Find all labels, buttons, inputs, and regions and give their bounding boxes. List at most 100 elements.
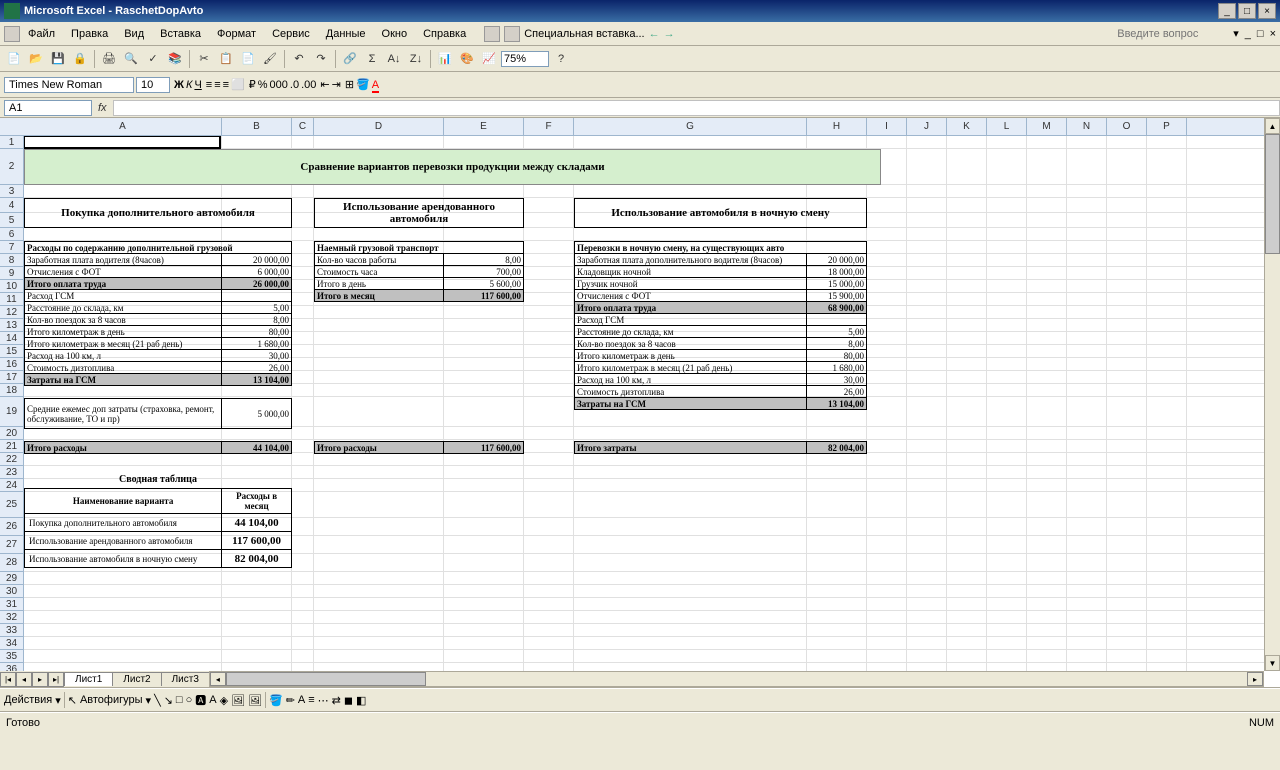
nav-fwd-icon[interactable]: → bbox=[664, 28, 675, 40]
dashstyle-icon[interactable]: ⋯ bbox=[318, 694, 329, 707]
tab-first-icon[interactable]: |◂ bbox=[0, 672, 16, 687]
cut-icon[interactable]: ✂ bbox=[194, 49, 214, 69]
clipart-icon[interactable]: 🖼 bbox=[231, 694, 245, 707]
autosum-icon[interactable]: Σ bbox=[362, 49, 382, 69]
research-icon[interactable]: 📚 bbox=[165, 49, 185, 69]
binoculars-icon[interactable] bbox=[484, 26, 500, 42]
fx-icon[interactable]: fx bbox=[98, 102, 107, 114]
doc-restore-button[interactable]: □ bbox=[1257, 28, 1264, 40]
chart-icon[interactable]: 📊 bbox=[435, 49, 455, 69]
fontcolor2-icon[interactable]: A bbox=[298, 694, 305, 706]
arrowstyle-icon[interactable]: ⇄ bbox=[332, 694, 341, 707]
tab-last-icon[interactable]: ▸| bbox=[48, 672, 64, 687]
scroll-right-icon[interactable]: ▸ bbox=[1247, 672, 1263, 686]
inc-indent-icon[interactable]: ⇥ bbox=[332, 78, 341, 91]
merge-icon[interactable]: ⬜ bbox=[231, 78, 245, 91]
minimize-button[interactable]: _ bbox=[1218, 3, 1236, 19]
open-icon[interactable]: 📂 bbox=[26, 49, 46, 69]
line-icon[interactable]: ╲ bbox=[154, 694, 161, 707]
3d-icon[interactable]: ◧ bbox=[356, 694, 366, 707]
borders-icon[interactable]: ⊞ bbox=[345, 78, 354, 91]
arrow-icon[interactable]: ↘ bbox=[164, 694, 173, 707]
zoom-input[interactable] bbox=[501, 51, 549, 67]
oval-icon[interactable]: ○ bbox=[186, 694, 193, 706]
print-icon[interactable]: 🖨 bbox=[99, 49, 119, 69]
sheet-tab-3[interactable]: Лист3 bbox=[161, 672, 210, 686]
underline-icon[interactable]: Ч bbox=[194, 79, 201, 91]
autoshapes-menu[interactable]: Автофигуры bbox=[80, 694, 143, 706]
menu-file[interactable]: Файл bbox=[20, 26, 63, 42]
close-button[interactable]: × bbox=[1258, 3, 1276, 19]
font-color-icon[interactable]: A bbox=[372, 79, 379, 91]
actions-menu[interactable]: Действия bbox=[4, 694, 52, 706]
align-center-icon[interactable]: ≡ bbox=[214, 79, 220, 91]
doc-min-button[interactable]: _ bbox=[1245, 28, 1251, 40]
scroll-left-icon[interactable]: ◂ bbox=[210, 672, 226, 686]
font-size-input[interactable] bbox=[136, 77, 170, 93]
sort-desc-icon[interactable]: Z↓ bbox=[406, 49, 426, 69]
linecolor-icon[interactable]: ✏ bbox=[286, 694, 295, 707]
vscroll-thumb[interactable] bbox=[1265, 134, 1280, 254]
format-painter-icon[interactable]: 🖌 bbox=[260, 49, 280, 69]
sort-asc-icon[interactable]: A↓ bbox=[384, 49, 404, 69]
sheet-tab-1[interactable]: Лист1 bbox=[64, 672, 113, 686]
inc-decimal-icon[interactable]: .0 bbox=[290, 79, 299, 91]
doc-close-button[interactable]: × bbox=[1270, 28, 1276, 40]
spell-icon[interactable]: ✓ bbox=[143, 49, 163, 69]
dropdown-icon[interactable]: ▾ bbox=[1233, 27, 1239, 40]
menu-tools[interactable]: Сервис bbox=[264, 26, 318, 42]
picture-icon[interactable]: 🖼 bbox=[248, 694, 262, 707]
hscroll-thumb[interactable] bbox=[226, 672, 426, 686]
pivotchart-icon[interactable]: 📈 bbox=[479, 49, 499, 69]
hyperlink-icon[interactable]: 🔗 bbox=[340, 49, 360, 69]
percent-icon[interactable]: % bbox=[258, 79, 268, 91]
diagram-icon[interactable]: ◈ bbox=[220, 694, 228, 707]
maximize-button[interactable]: □ bbox=[1238, 3, 1256, 19]
scroll-down-icon[interactable]: ▼ bbox=[1265, 655, 1280, 671]
formula-bar[interactable] bbox=[113, 100, 1280, 116]
menu-help[interactable]: Справка bbox=[415, 26, 474, 42]
copy-icon[interactable]: 📋 bbox=[216, 49, 236, 69]
menu-insert[interactable]: Вставка bbox=[152, 26, 209, 42]
shadow-icon[interactable]: ◼ bbox=[344, 694, 353, 707]
currency-icon[interactable]: ₽ bbox=[249, 78, 256, 91]
sheet-tab-2[interactable]: Лист2 bbox=[112, 672, 161, 686]
row-headers[interactable]: 1234567891011121314151617181920212223242… bbox=[0, 136, 24, 671]
italic-icon[interactable]: К bbox=[186, 79, 192, 91]
column-headers[interactable]: ABCDEFGHIJKLMNOP bbox=[0, 118, 1264, 136]
tab-next-icon[interactable]: ▸ bbox=[32, 672, 48, 687]
bold-icon[interactable]: Ж bbox=[174, 79, 184, 91]
rect-icon[interactable]: □ bbox=[176, 694, 183, 706]
fill-color-icon[interactable]: 🪣 bbox=[356, 78, 370, 91]
linestyle-icon[interactable]: ≡ bbox=[308, 694, 314, 706]
help-icon[interactable]: ? bbox=[551, 49, 571, 69]
dec-decimal-icon[interactable]: .00 bbox=[301, 79, 316, 91]
ask-question-input[interactable] bbox=[1117, 28, 1227, 40]
font-name-input[interactable] bbox=[4, 77, 134, 93]
menu-data[interactable]: Данные bbox=[318, 26, 374, 42]
dec-indent-icon[interactable]: ⇤ bbox=[320, 78, 329, 91]
pointer-icon[interactable]: ↖ bbox=[68, 694, 77, 707]
preview-icon[interactable]: 🔍 bbox=[121, 49, 141, 69]
nav-back-icon[interactable]: ← bbox=[649, 28, 660, 40]
paste-special-label[interactable]: Специальная вставка... bbox=[524, 28, 644, 40]
align-left-icon[interactable]: ≡ bbox=[206, 79, 212, 91]
drawing-icon[interactable]: 🎨 bbox=[457, 49, 477, 69]
menu-view[interactable]: Вид bbox=[116, 26, 152, 42]
vertical-scrollbar[interactable]: ▲ ▼ bbox=[1264, 118, 1280, 671]
horizontal-scrollbar[interactable]: ◂ ▸ bbox=[209, 671, 1264, 687]
name-box[interactable] bbox=[4, 100, 92, 116]
paste-special-icon[interactable] bbox=[504, 26, 520, 42]
cells-viewport[interactable]: Сравнение вариантов перевозки продукции … bbox=[24, 136, 1264, 671]
save-icon[interactable]: 💾 bbox=[48, 49, 68, 69]
menu-edit[interactable]: Правка bbox=[63, 26, 116, 42]
permission-icon[interactable]: 🔒 bbox=[70, 49, 90, 69]
menu-format[interactable]: Формат bbox=[209, 26, 264, 42]
wordart-icon[interactable]: A bbox=[209, 694, 216, 706]
tab-prev-icon[interactable]: ◂ bbox=[16, 672, 32, 687]
textbox-icon[interactable]: 🅰 bbox=[195, 692, 206, 708]
redo-icon[interactable]: ↷ bbox=[311, 49, 331, 69]
align-right-icon[interactable]: ≡ bbox=[223, 79, 229, 91]
comma-icon[interactable]: 000 bbox=[270, 79, 288, 91]
menu-window[interactable]: Окно bbox=[374, 26, 416, 42]
